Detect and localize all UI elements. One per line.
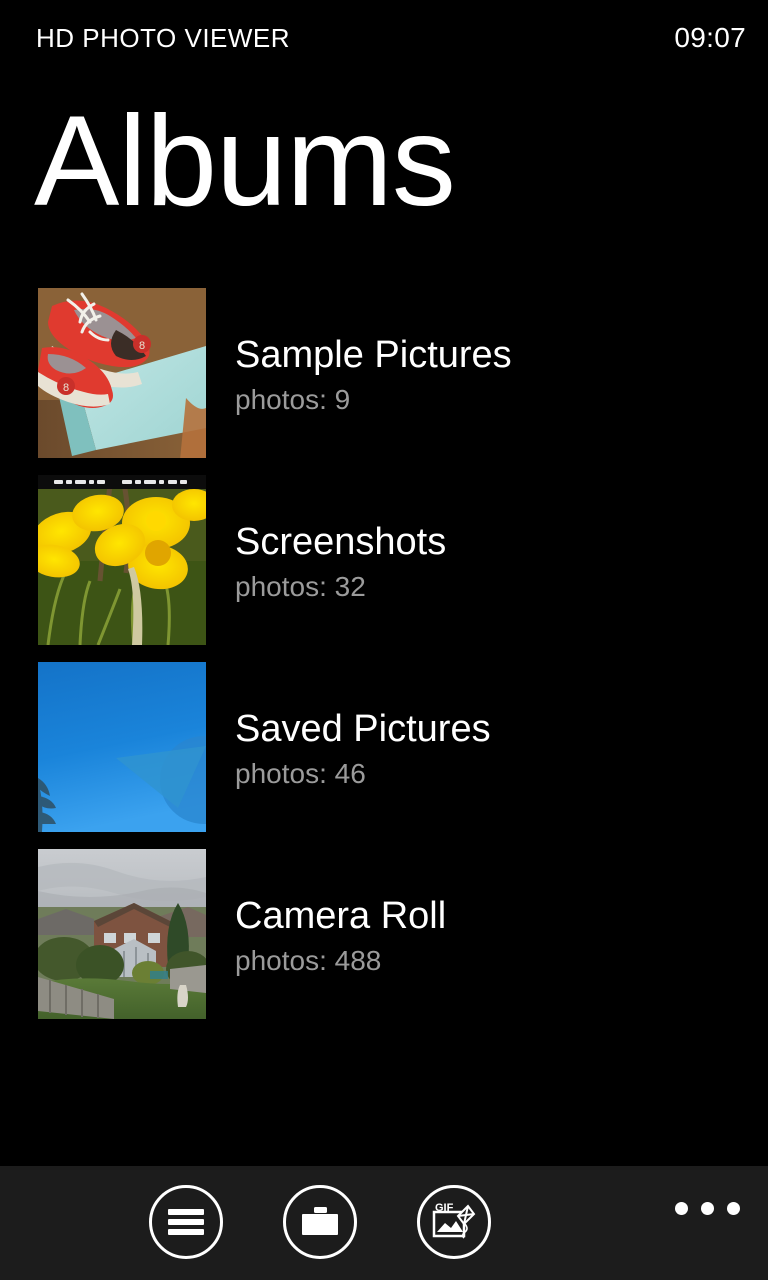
- page-title: Albums: [34, 90, 456, 233]
- blue-sky-icon: [38, 662, 206, 832]
- list-item[interactable]: Camera Roll photos: 488: [0, 849, 768, 1019]
- svg-text:8: 8: [63, 382, 69, 394]
- hamburger-icon: [168, 1209, 204, 1235]
- list-item[interactable]: 8 8 Sample Pictures photos: 9: [0, 288, 768, 458]
- album-text-block: Camera Roll photos: 488: [235, 849, 446, 975]
- album-photo-count: photos: 32: [235, 570, 366, 602]
- folder-icon: [302, 1207, 338, 1235]
- album-title: Camera Roll: [235, 895, 447, 937]
- dot: [727, 1202, 740, 1215]
- gif-button[interactable]: GIF: [417, 1185, 491, 1259]
- album-text-block: Screenshots photos: 32: [235, 475, 446, 601]
- album-title: Sample Pictures: [235, 334, 512, 376]
- album-title: Saved Pictures: [235, 708, 491, 750]
- list-item[interactable]: Saved Pictures photos: 46: [0, 662, 768, 832]
- album-list[interactable]: 8 8 Sample Pictures photos: 9 Screenshot…: [0, 288, 768, 1036]
- clock: 09:07: [674, 22, 746, 53]
- status-bar: HD PHOTO VIEWER 09:07: [0, 0, 768, 76]
- svg-text:GIF: GIF: [435, 1202, 454, 1214]
- dot: [675, 1202, 688, 1215]
- svg-text:8: 8: [139, 340, 145, 352]
- album-thumbnail-saved-pictures[interactable]: [38, 662, 206, 832]
- album-photo-count: photos: 488: [235, 944, 382, 976]
- folder-button[interactable]: [283, 1185, 357, 1259]
- garden-house-icon: [38, 849, 206, 1019]
- gif-image-icon: GIF: [432, 1202, 476, 1239]
- more-options-button[interactable]: [675, 1202, 740, 1215]
- yellow-daffodils-icon: [38, 475, 206, 645]
- album-photo-count: photos: 9: [235, 383, 351, 415]
- red-bowling-shoes-icon: 8 8: [38, 288, 206, 458]
- menu-button[interactable]: [149, 1185, 223, 1259]
- album-photo-count: photos: 46: [235, 757, 366, 789]
- album-thumbnail-sample-pictures[interactable]: 8 8: [38, 288, 206, 458]
- album-thumbnail-camera-roll[interactable]: [38, 849, 206, 1019]
- app-bar: GIF: [0, 1166, 768, 1280]
- album-text-block: Saved Pictures photos: 46: [235, 662, 491, 788]
- list-item[interactable]: Screenshots photos: 32: [0, 475, 768, 645]
- album-title: Screenshots: [235, 521, 447, 563]
- app-bar-button-group: GIF: [0, 1185, 640, 1259]
- album-thumbnail-screenshots[interactable]: [38, 475, 206, 645]
- album-text-block: Sample Pictures photos: 9: [235, 288, 512, 414]
- app-title: HD PHOTO VIEWER: [36, 23, 291, 53]
- dot: [701, 1202, 714, 1215]
